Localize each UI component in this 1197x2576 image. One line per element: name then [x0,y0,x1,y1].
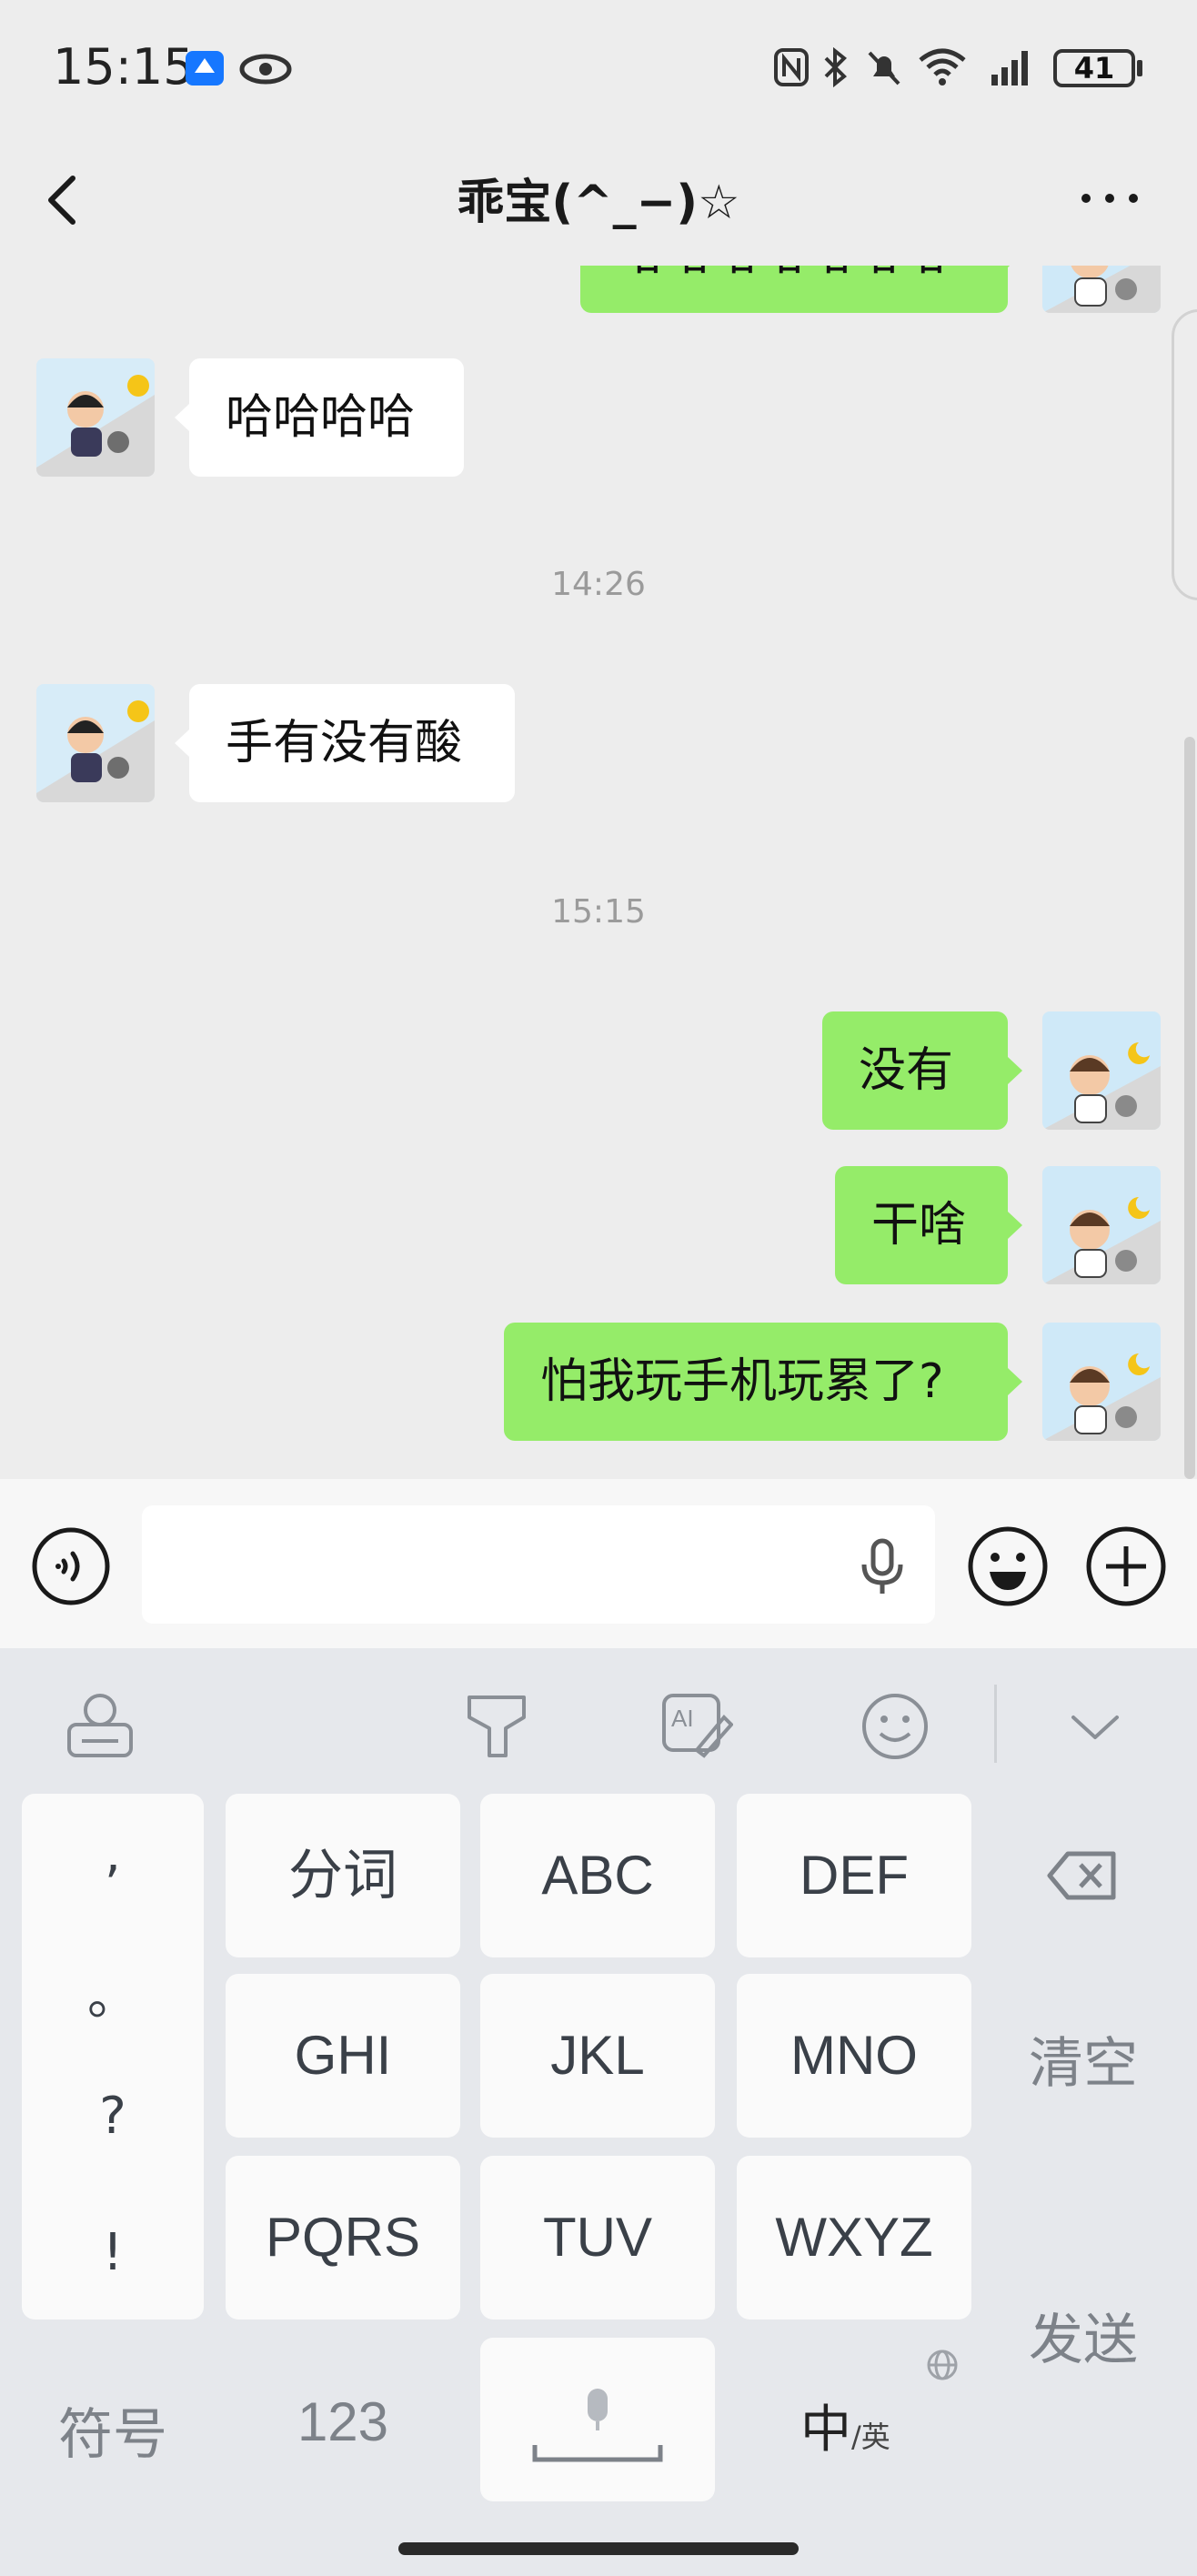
battery-indicator: 41 [1053,49,1135,87]
message-bubble-received[interactable]: 手有没有酸 [175,684,515,802]
backspace-key[interactable] [1046,1848,1119,1903]
chat-message-list[interactable]: 哈哈哈哈哈哈哈 哈哈哈哈 14:26 手有没有酸 15:15 没有 干啥 怕我玩… [0,266,1197,1479]
toolbar-divider [994,1685,997,1763]
message-timestamp: 14:26 [551,566,646,603]
clear-key[interactable]: 清空 [997,2019,1170,2098]
home-indicator[interactable] [398,2542,799,2555]
punct-key[interactable]: ? [22,2087,204,2146]
punct-key[interactable]: 。 [22,1956,204,2029]
keyboard-language-icon[interactable] [64,1690,136,1763]
chat-title: 乖宝(^_−)☆ [457,176,740,230]
message-input[interactable] [142,1505,935,1624]
svg-text:AI: AI [671,1705,694,1732]
lang-main-label: 中 [800,2400,851,2460]
emoji-keyboard-icon[interactable] [859,1690,931,1763]
message-bubble-sent[interactable]: 干啥 [835,1166,1022,1284]
theme-brush-icon[interactable] [460,1690,533,1763]
message-bubble-sent[interactable]: 哈哈哈哈哈哈哈 [580,266,1022,313]
message-bubble-sent[interactable]: 没有 [822,1011,1022,1130]
battery-tip [1137,60,1142,76]
my-avatar[interactable] [1042,1011,1161,1130]
punct-key[interactable]: , [22,1825,204,1884]
collapse-keyboard-icon[interactable] [1059,1690,1132,1763]
contact-avatar[interactable] [36,358,155,477]
key-segment[interactable]: 分词 [226,1794,460,1957]
space-mic-icon [532,2389,663,2462]
my-avatar[interactable] [1042,266,1161,313]
my-avatar[interactable] [1042,1323,1161,1441]
side-panel-handle[interactable] [1172,309,1197,600]
send-key[interactable]: 发送 [997,2296,1170,2375]
key-wxyz[interactable]: WXYZ [737,2156,971,2319]
key-abc[interactable]: ABC [480,1794,715,1957]
wifi-icon [919,48,966,86]
nfc-icon [774,48,809,86]
key-mno[interactable]: MNO [737,1974,971,2138]
key-jkl[interactable]: JKL [480,1974,715,2138]
bluetooth-icon [824,47,847,87]
more-options-button[interactable] [1073,180,1146,216]
app-badge-icon [186,51,224,86]
key-pqrs[interactable]: PQRS [226,2156,460,2319]
emoji-button[interactable] [966,1524,1050,1608]
key-ghi[interactable]: GHI [226,1974,460,2138]
voice-mode-button[interactable] [31,1526,111,1606]
numbers-key[interactable]: 123 [226,2390,460,2453]
my-avatar[interactable] [1042,1166,1161,1284]
contact-avatar[interactable] [36,684,155,802]
more-functions-button[interactable] [1084,1524,1168,1608]
message-bubble-received[interactable]: 哈哈哈哈 [175,358,464,477]
message-bubble-sent[interactable]: 怕我玩手机玩累了? [504,1323,1022,1441]
status-time: 15:15 [53,38,195,96]
lang-sub-label: /英 [851,2420,890,2454]
globe-icon [927,2350,958,2380]
key-tuv[interactable]: TUV [480,2156,715,2319]
ai-write-icon[interactable]: AI [660,1690,733,1763]
eye-icon [239,54,292,85]
language-toggle-key[interactable]: 中/英 [800,2389,928,2462]
punct-key[interactable]: ! [22,2223,204,2282]
key-def[interactable]: DEF [737,1794,971,1957]
mute-bell-icon [868,51,900,86]
space-key[interactable] [480,2338,715,2501]
message-timestamp: 15:15 [551,893,646,931]
symbols-key[interactable]: 符号 [22,2390,204,2470]
microphone-icon[interactable] [855,1537,910,1595]
signal-icon [991,51,1028,86]
chat-scrollbar[interactable] [1184,737,1195,1479]
